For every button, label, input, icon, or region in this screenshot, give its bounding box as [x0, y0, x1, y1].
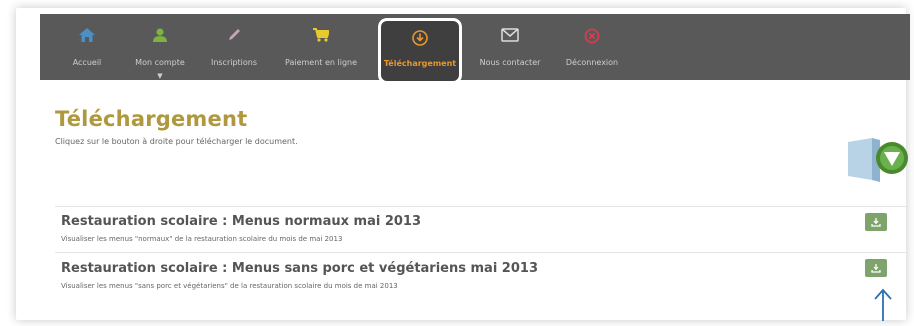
nav-label: Accueil: [72, 58, 102, 67]
nav-label: Inscriptions: [210, 58, 258, 67]
document-description: Visualiser les menus "sans porc et végét…: [61, 282, 398, 290]
nav-item-deconnexion[interactable]: Déconnexion: [560, 14, 624, 80]
page-subtitle: Cliquez sur le bouton à droite pour télé…: [55, 137, 298, 146]
nav-item-nous-contacter[interactable]: Nous contacter: [476, 14, 544, 80]
document-description: Visualiser les menus "normaux" de la res…: [61, 235, 343, 243]
divider: [55, 252, 906, 253]
page-title: Téléchargement: [55, 107, 248, 131]
nav-item-inscriptions[interactable]: Inscriptions: [206, 14, 262, 80]
download-circle-icon: [412, 30, 428, 48]
download-folder-icon: [846, 120, 910, 188]
document-title[interactable]: Restauration scolaire : Menus sans porc …: [61, 261, 538, 276]
download-button[interactable]: [865, 259, 887, 277]
download-icon: [871, 218, 881, 227]
chevron-down-icon: ▼: [157, 72, 163, 80]
document-title[interactable]: Restauration scolaire : Menus normaux ma…: [61, 214, 421, 229]
nav-item-telechargement[interactable]: Téléchargement: [378, 18, 462, 84]
nav-item-paiement[interactable]: Paiement en ligne: [280, 14, 362, 80]
mail-icon: [501, 28, 519, 44]
logout-icon: [584, 28, 600, 46]
nav-item-mon-compte[interactable]: Mon compte ▼: [128, 14, 192, 80]
download-icon: [871, 264, 881, 273]
user-icon: [153, 28, 167, 44]
nav-label: Nous contacter: [479, 58, 541, 67]
home-icon: [79, 28, 95, 44]
pencil-icon: [227, 28, 241, 44]
nav-label: Paiement en ligne: [284, 58, 358, 67]
arrow-up-icon: [872, 288, 894, 326]
cart-icon: [313, 28, 331, 44]
nav-label: Mon compte: [135, 58, 185, 67]
divider: [55, 206, 906, 207]
nav-label: Téléchargement: [383, 59, 457, 68]
main-navbar: Accueil Mon compte ▼ Inscriptions Paieme…: [40, 14, 910, 84]
download-button[interactable]: [865, 213, 887, 231]
nav-item-accueil[interactable]: Accueil: [62, 14, 112, 80]
nav-label: Déconnexion: [565, 58, 619, 67]
